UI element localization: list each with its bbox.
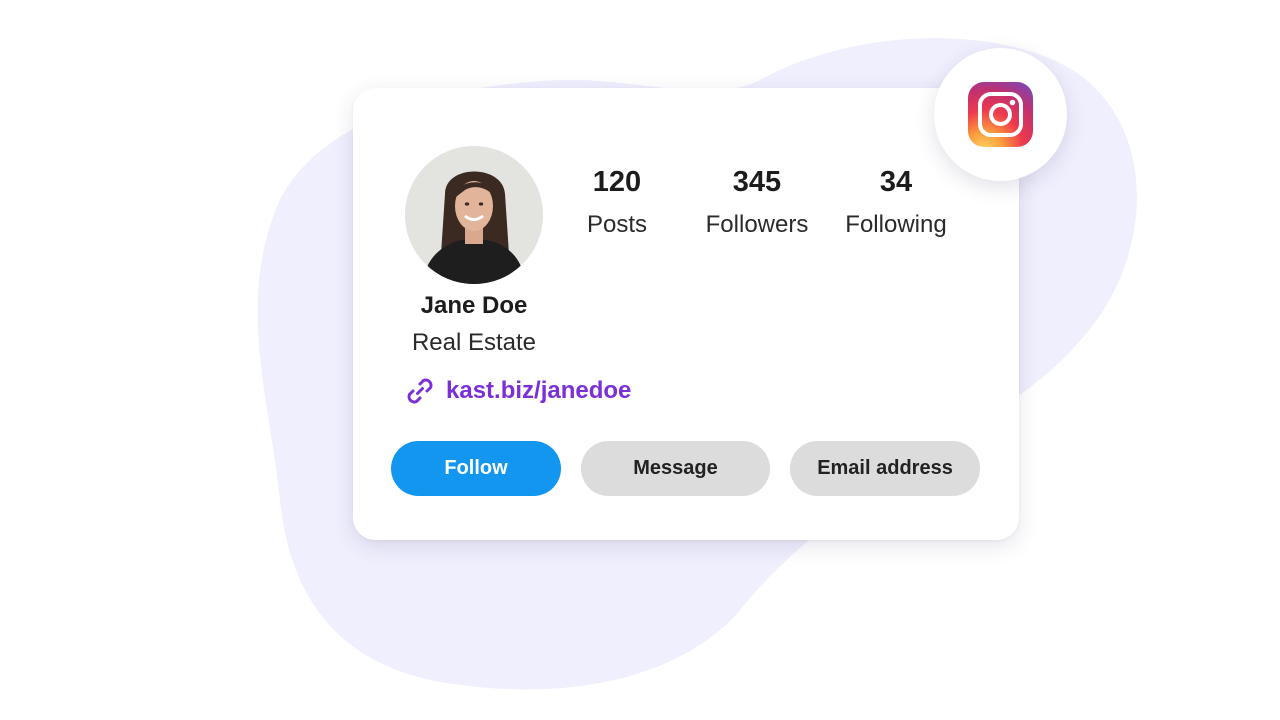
email-address-button[interactable]: Email address	[790, 441, 980, 496]
profile-name: Jane Doe	[420, 292, 528, 319]
stat-posts[interactable]: 120 Posts	[552, 164, 682, 240]
following-count: 34	[879, 166, 913, 198]
instagram-icon	[968, 82, 1033, 147]
message-button[interactable]: Message	[581, 441, 770, 496]
avatar[interactable]	[405, 146, 543, 284]
instagram-badge	[934, 48, 1067, 181]
profile-link[interactable]: kast.biz/janedoe	[403, 374, 631, 408]
follow-button[interactable]: Follow	[391, 441, 561, 496]
followers-label: Followers	[705, 211, 809, 238]
stat-followers[interactable]: 345 Followers	[692, 164, 822, 240]
link-icon	[403, 374, 437, 408]
profile-card: 120 Posts 345 Followers 34 Following Jan…	[353, 88, 1019, 540]
profile-role: Real Estate	[411, 329, 537, 356]
followers-count: 345	[732, 166, 782, 198]
posts-label: Posts	[586, 211, 648, 238]
profile-link-text: kast.biz/janedoe	[446, 377, 632, 404]
page: 120 Posts 345 Followers 34 Following Jan…	[0, 0, 1280, 720]
profile-photo-icon	[405, 146, 543, 284]
posts-count: 120	[592, 166, 642, 198]
following-label: Following	[845, 211, 947, 238]
stat-following[interactable]: 34 Following	[831, 164, 961, 240]
